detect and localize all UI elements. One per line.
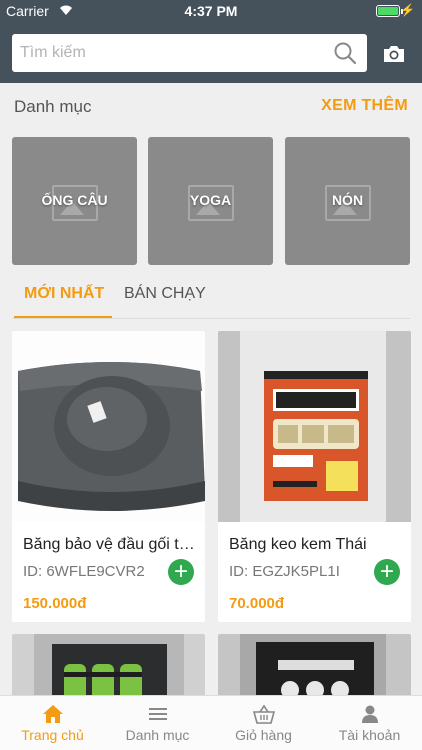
product-price: 150.000đ (23, 595, 87, 612)
search-icon[interactable] (333, 41, 357, 65)
product-price: 70.000đ (229, 595, 285, 612)
search-input[interactable] (12, 34, 322, 72)
plus-icon: + (173, 558, 188, 585)
product-card[interactable]: Băng bảo vệ đầu gối thể thao ID: 6WFLE9C… (12, 331, 205, 622)
tab-best-selling[interactable]: BÁN CHẠY (124, 285, 206, 303)
category-label: ỐNG CÂU (41, 192, 108, 208)
product-id: ID: 6WFLE9CVR2 (23, 563, 145, 580)
user-icon (362, 705, 378, 723)
tabbar-label: Trang chủ (21, 727, 84, 743)
bottom-tab-bar: Trang chủ Danh mục Giỏ hàng Tài khoản (0, 695, 422, 750)
product-image (12, 331, 205, 522)
category-tile[interactable]: YOGA (148, 137, 273, 265)
tabbar-item-cart[interactable]: Giỏ hàng (211, 696, 316, 750)
tabbar-item-categories[interactable]: Danh mục (105, 696, 210, 750)
app-header: Carrier 4:37 PM ⚡ (0, 0, 422, 83)
category-tile[interactable]: NÓN (285, 137, 410, 265)
product-card[interactable]: Băng keo kem Thái ID: EGZJK5PL1I + 70.00… (218, 331, 411, 622)
category-label: YOGA (189, 192, 232, 208)
product-id: ID: EGZJK5PL1I (229, 563, 340, 580)
category-section-title: Danh mục (14, 97, 92, 116)
status-bar: Carrier 4:37 PM ⚡ (0, 0, 422, 22)
tabbar-label: Tài khoản (338, 727, 401, 743)
add-to-cart-button[interactable]: + (168, 559, 194, 585)
tabbar-item-home[interactable]: Trang chủ (0, 696, 105, 750)
charging-icon: ⚡ (400, 3, 415, 17)
basket-icon (253, 704, 275, 724)
search-box[interactable] (12, 34, 367, 72)
plus-icon: + (379, 558, 394, 585)
tabbar-item-account[interactable]: Tài khoản (317, 696, 422, 750)
tabbar-label: Giỏ hàng (235, 727, 292, 743)
tab-divider (12, 318, 410, 319)
product-card[interactable] (218, 634, 411, 704)
camera-icon[interactable] (382, 44, 406, 64)
product-name: Băng bảo vệ đầu gối thể thao (23, 536, 195, 553)
see-more-link[interactable]: XEM THÊM (321, 97, 408, 115)
product-image (12, 634, 205, 704)
product-name: Băng keo kem Thái (229, 536, 367, 553)
category-label: NÓN (331, 192, 364, 208)
battery-icon (376, 5, 400, 17)
home-icon (43, 705, 63, 723)
product-image (218, 331, 411, 522)
category-tile[interactable]: ỐNG CÂU (12, 137, 137, 265)
tab-newest[interactable]: MỚI NHẤT (14, 285, 112, 319)
status-time: 4:37 PM (184, 3, 238, 19)
menu-icon (149, 708, 167, 720)
add-to-cart-button[interactable]: + (374, 559, 400, 585)
product-card[interactable] (12, 634, 205, 704)
tabbar-label: Danh mục (125, 727, 190, 743)
product-image (218, 634, 411, 704)
